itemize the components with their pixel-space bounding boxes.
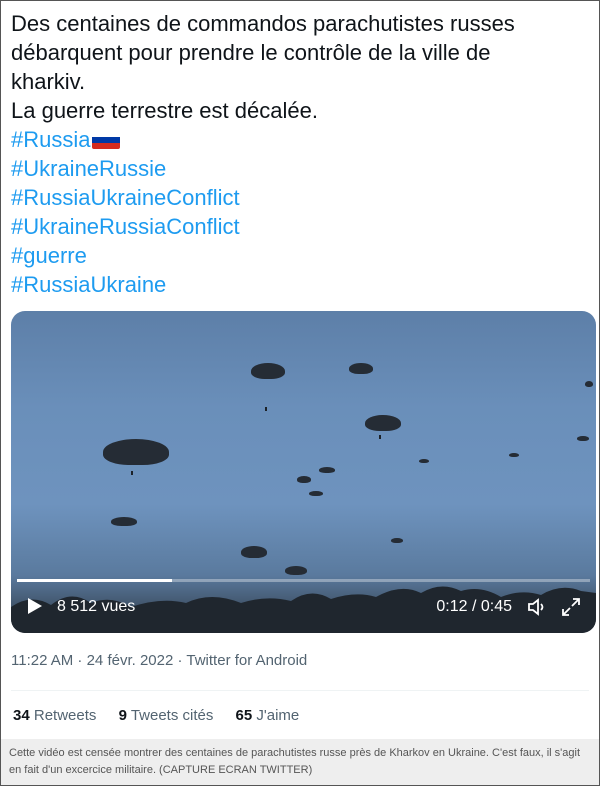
hashtag-russia-link[interactable]: #Russia	[11, 125, 581, 154]
video-player[interactable]: 8 512 vues 0:12 / 0:45	[11, 311, 596, 633]
tweet-line: kharkiv.	[11, 69, 86, 94]
parachute	[111, 517, 137, 526]
parachute	[241, 546, 267, 558]
parachute	[577, 436, 589, 441]
hashtag-text[interactable]: #Russia	[11, 127, 90, 152]
russian-flag-icon	[92, 131, 121, 149]
video-controls: 8 512 vues 0:12 / 0:45	[11, 583, 596, 633]
parachutist	[265, 407, 267, 411]
screenshot-frame: Des centaines de commandos parachutistes…	[0, 0, 600, 786]
parachute	[585, 381, 593, 387]
retweets-stat[interactable]: 34 Retweets	[13, 707, 96, 724]
retweets-label: Retweets	[33, 707, 97, 724]
parachutist	[131, 471, 133, 475]
parachutist	[379, 435, 381, 439]
parachute	[509, 453, 519, 457]
hashtag-link[interactable]: #UkraineRussie	[11, 154, 581, 183]
quotes-count: 9	[118, 707, 127, 724]
tweet-stats: 34 Retweets 9 Tweets cités 65 J'aime	[13, 707, 317, 724]
parachute	[297, 476, 311, 483]
parachute	[103, 439, 169, 465]
video-time: 0:12 / 0:45	[436, 598, 512, 615]
video-progress-bar[interactable]	[17, 579, 590, 582]
volume-icon[interactable]	[526, 596, 548, 618]
parachute	[251, 363, 285, 379]
tweet-line: Des centaines de commandos parachutistes…	[11, 11, 515, 36]
parachute	[419, 459, 429, 463]
video-progress-fill	[17, 579, 172, 582]
view-count: 8 512 vues	[57, 598, 136, 615]
tweet-line: La guerre terrestre est décalée.	[11, 98, 318, 123]
likes-count: 65	[235, 707, 253, 724]
parachute	[319, 467, 335, 473]
tweet-text: Des centaines de commandos parachutistes…	[11, 9, 581, 299]
parachute	[309, 491, 323, 496]
quotes-label: Tweets cités	[130, 707, 214, 724]
retweets-count: 34	[13, 707, 30, 724]
divider	[11, 690, 589, 691]
hashtag-link[interactable]: #RussiaUkraine	[11, 270, 581, 299]
parachute	[391, 538, 403, 543]
play-icon[interactable]	[27, 597, 43, 615]
hashtag-link[interactable]: #guerre	[11, 241, 581, 270]
hashtag-link[interactable]: #UkraineRussiaConflict	[11, 212, 581, 241]
image-caption: Cette vidéo est censée montrer des centa…	[1, 739, 599, 785]
parachute	[365, 415, 401, 431]
hashtag-link[interactable]: #RussiaUkraineConflict	[11, 183, 581, 212]
likes-label: J'aime	[256, 707, 300, 724]
quote-tweets-stat[interactable]: 9 Tweets cités	[119, 707, 214, 724]
tweet-line: débarquent pour prendre le contrôle de l…	[11, 40, 491, 65]
tweet-timestamp[interactable]: 11:22 AM · 24 févr. 2022 · Twitter for A…	[11, 652, 307, 669]
parachute	[349, 363, 373, 374]
fullscreen-icon[interactable]	[560, 596, 582, 618]
likes-stat[interactable]: 65 J'aime	[236, 707, 300, 724]
